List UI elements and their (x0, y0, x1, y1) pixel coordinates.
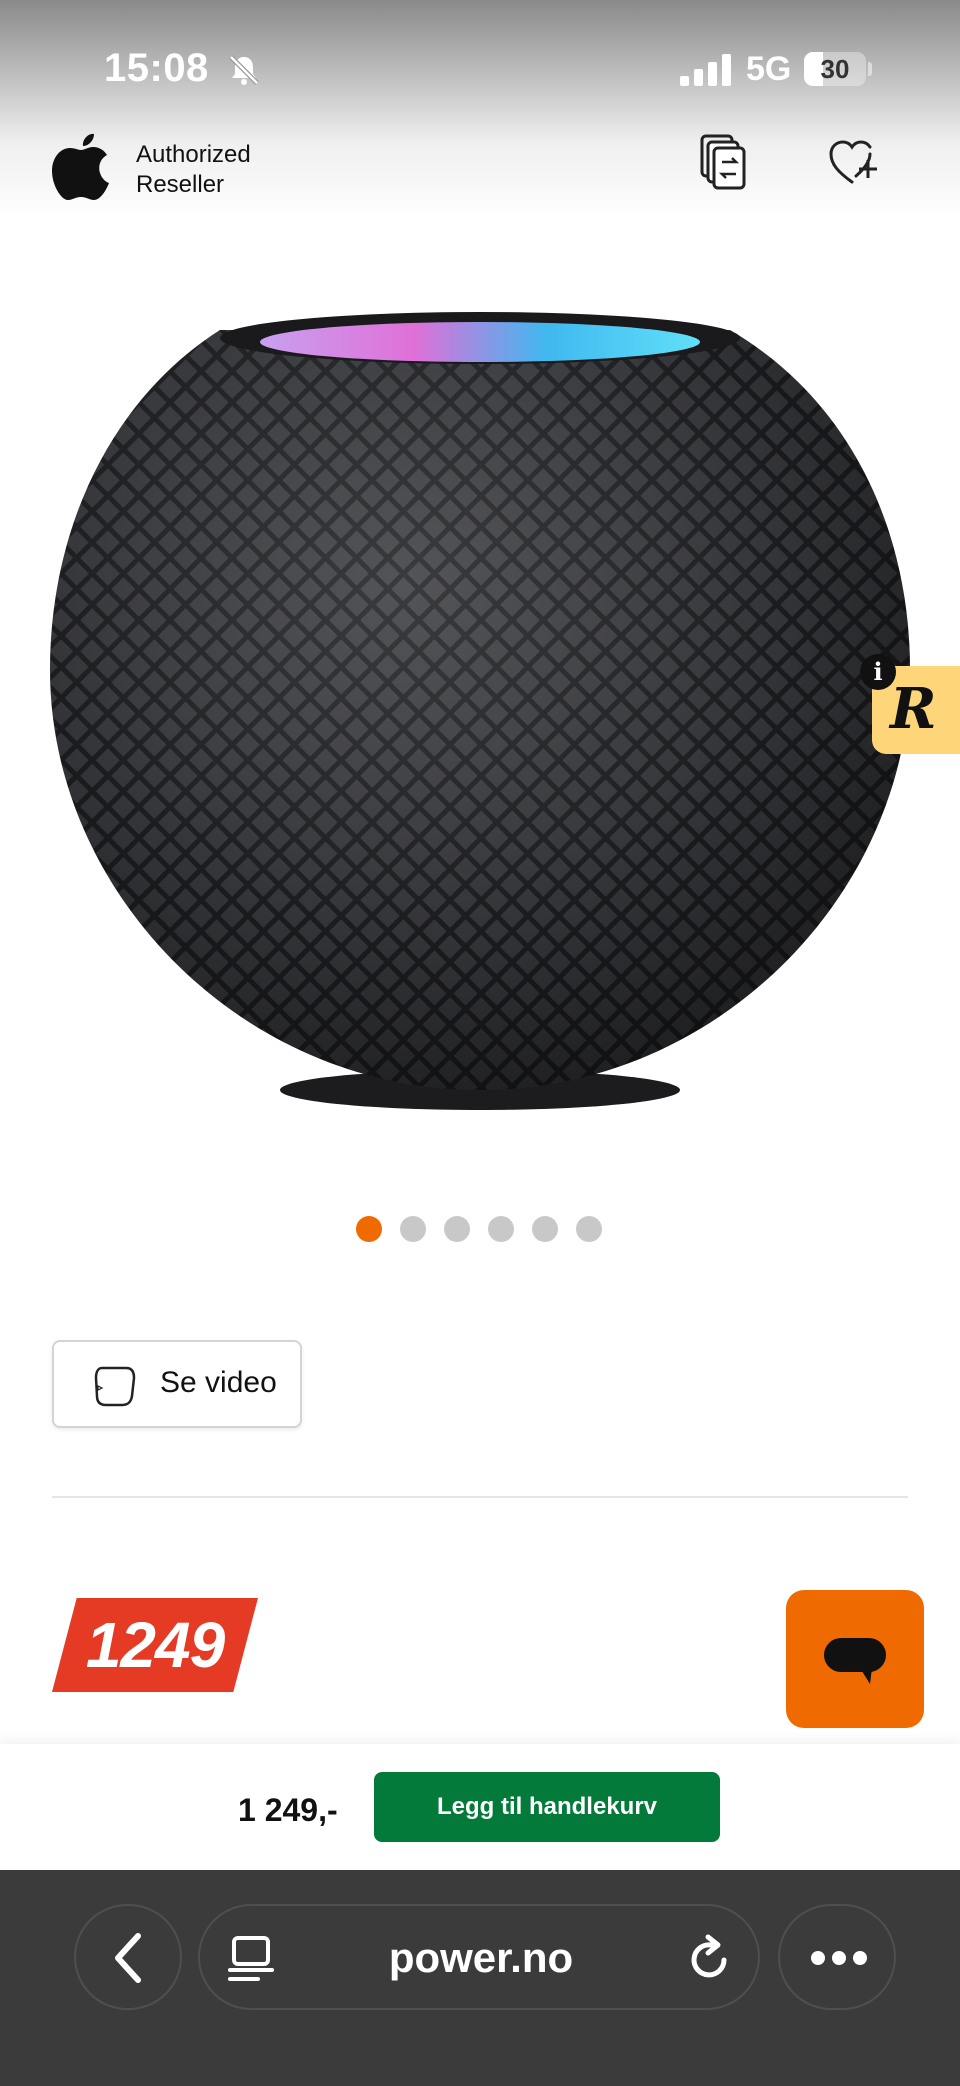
gallery-dot[interactable] (400, 1216, 426, 1242)
gallery-dot[interactable] (444, 1216, 470, 1242)
price-tag: 1249 (52, 1598, 258, 1692)
see-video-button[interactable]: Se video (52, 1340, 302, 1428)
reader-icon[interactable] (228, 1936, 274, 1982)
badge-letter: R (890, 676, 937, 742)
back-button[interactable] (74, 1904, 182, 2010)
chat-button[interactable] (786, 1590, 924, 1728)
see-video-label: Se video (160, 1366, 277, 1399)
address-bar[interactable]: power.no (198, 1904, 760, 2010)
compare-icon[interactable] (698, 132, 752, 194)
reload-icon[interactable] (684, 1934, 734, 1984)
battery-percent: 30 (820, 54, 850, 84)
gallery-dot[interactable] (532, 1216, 558, 1242)
chat-bubble-icon (824, 1638, 886, 1684)
authorized-reseller-label: Authorized Reseller (136, 140, 251, 200)
info-icon[interactable]: i (860, 654, 896, 690)
url-text: power.no (388, 1934, 574, 1981)
app-root: 15:08 5G 30 Authorized Reseller R i Se v… (0, 0, 960, 2086)
browser-toolbar: power.no (0, 1870, 960, 2086)
sticky-buy-bar: 1 249,- Legg til handlekurv (0, 1744, 960, 1870)
buy-bar-price: 1 249,- (238, 1792, 338, 1828)
gallery-dot[interactable] (356, 1216, 382, 1242)
more-icon (811, 1951, 867, 1965)
status-bar: 15:08 5G 30 (0, 0, 960, 140)
add-to-cart-button[interactable]: Legg til handlekurv (374, 1772, 720, 1842)
battery-nub (868, 62, 872, 76)
status-time: 15:08 (104, 46, 209, 90)
cellular-signal-icon (680, 54, 731, 86)
bell-muted-icon (229, 55, 259, 85)
video-play-icon (94, 1366, 136, 1407)
gallery-dot[interactable] (488, 1216, 514, 1242)
gallery-dot[interactable] (576, 1216, 602, 1242)
product-image[interactable] (30, 290, 930, 1130)
site-header: Authorized Reseller (0, 120, 960, 220)
section-divider (52, 1496, 908, 1498)
back-icon (115, 1933, 141, 1983)
reseller-line-1: Authorized (136, 141, 251, 168)
more-button[interactable] (778, 1904, 896, 2010)
network-type: 5G (746, 50, 792, 88)
gallery-pagination (356, 1216, 602, 1242)
price-tag-value: 1249 (85, 1609, 225, 1681)
battery-icon: 30 (804, 52, 866, 86)
apple-logo-icon[interactable] (50, 128, 112, 202)
reseller-line-2: Reseller (136, 171, 225, 198)
wishlist-add-icon[interactable] (828, 138, 880, 186)
